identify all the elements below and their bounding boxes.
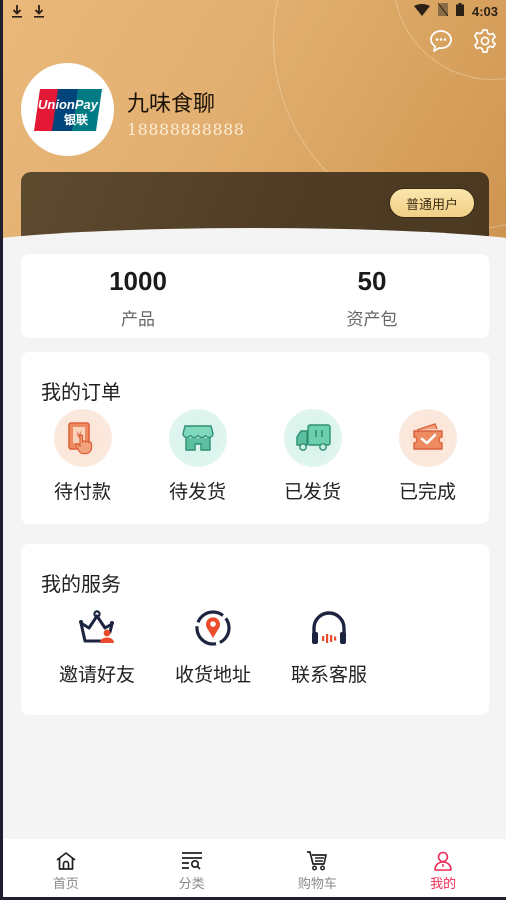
order-label: 已完成 [398, 482, 456, 503]
tab-category[interactable]: 分类 [129, 839, 255, 897]
truck-icon [295, 424, 331, 451]
store-icon [181, 425, 214, 451]
service-label: 收货地址 [174, 665, 251, 686]
avatar[interactable]: UnionPay 银联 [21, 63, 114, 156]
service-invite-friends[interactable]: 邀请好友 [39, 608, 155, 687]
profile-header: 4:03 UnionPay 银联 九味食聊 18888888888 普通用户 [3, 0, 506, 250]
settings-button[interactable] [472, 28, 498, 54]
order-pending-payment[interactable]: ¥ 待付款 [28, 409, 138, 504]
battery-icon [455, 3, 464, 19]
stat-asset-packages[interactable]: 50 资产包 [255, 254, 489, 338]
unionpay-logo: UnionPay 银联 [33, 88, 102, 131]
services-card: 我的服务 邀请好友 收货地址 联系客服 [21, 544, 489, 715]
tab-label: 我的 [430, 876, 457, 891]
payment-icon: ¥ [67, 422, 92, 455]
category-search-icon [181, 852, 202, 870]
status-bar: 4:03 [3, 0, 506, 22]
bottom-tab-bar: 首页 分类 购物车 我的 [3, 839, 506, 897]
order-shipped[interactable]: 已发货 [258, 409, 368, 504]
order-label: 待发货 [168, 482, 226, 503]
status-time: 4:03 [471, 3, 498, 19]
user-name: 九味食聊 [127, 91, 216, 116]
wifi-icon [413, 3, 430, 19]
cart-icon [307, 851, 328, 871]
message-button[interactable] [428, 28, 454, 54]
location-pin-icon [195, 610, 231, 646]
order-label: 已发货 [283, 482, 341, 503]
service-contact-support[interactable]: 联系客服 [271, 608, 387, 687]
stat-value: 50 [357, 266, 387, 296]
order-label: 待付款 [53, 482, 111, 503]
stats-card: 1000 产品 50 资产包 [21, 254, 489, 338]
stat-label: 产品 [121, 310, 155, 329]
headset-icon [312, 611, 346, 644]
profile-screen: 4:03 UnionPay 银联 九味食聊 18888888888 普通用户 1… [3, 0, 506, 897]
avatar-text-top: UnionPay [38, 97, 99, 112]
order-completed[interactable]: 已完成 [373, 409, 483, 504]
stat-label: 资产包 [346, 310, 398, 329]
download-icon [11, 4, 23, 18]
orders-card: 我的订单 ¥ 待付款 待发货 已发货 已完成 [21, 352, 489, 524]
avatar-text-bottom: 银联 [63, 112, 87, 127]
settings-icon [474, 29, 496, 53]
service-label: 邀请好友 [58, 665, 135, 686]
stat-value: 1000 [109, 266, 167, 296]
tab-me[interactable]: 我的 [380, 839, 506, 897]
download-icon [33, 4, 45, 18]
tab-label: 购物车 [297, 876, 337, 891]
user-icon [434, 851, 452, 871]
services-title: 我的服务 [41, 574, 121, 596]
user-phone: 18888888888 [127, 120, 245, 139]
invite-crown-icon [79, 610, 114, 643]
stat-products[interactable]: 1000 产品 [21, 254, 255, 338]
message-icon [430, 30, 452, 52]
tab-label: 首页 [52, 876, 79, 891]
service-label: 联系客服 [290, 665, 367, 686]
tab-label: 分类 [178, 876, 205, 891]
membership-badge[interactable]: 普通用户 [388, 188, 475, 218]
tab-home[interactable]: 首页 [3, 839, 129, 897]
service-shipping-address[interactable]: 收货地址 [155, 608, 271, 687]
home-icon [56, 852, 76, 870]
order-pending-shipment[interactable]: 待发货 [143, 409, 253, 504]
no-sim-icon [437, 2, 449, 19]
completed-ticket-icon [412, 423, 443, 450]
orders-title: 我的订单 [41, 382, 121, 404]
tab-cart[interactable]: 购物车 [255, 839, 381, 897]
